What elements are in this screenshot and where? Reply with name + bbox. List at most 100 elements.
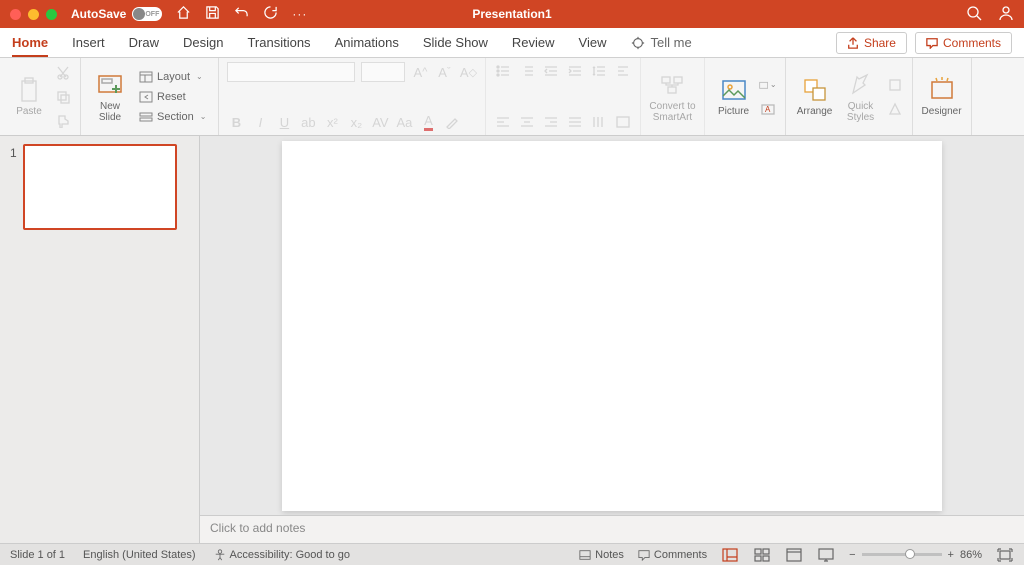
align-left-icon[interactable]: [494, 113, 512, 131]
arrange-button[interactable]: Arrange: [794, 76, 836, 117]
ribbon-tabs: Home Insert Draw Design Transitions Anim…: [0, 28, 1024, 58]
slide-indicator[interactable]: Slide 1 of 1: [10, 549, 65, 561]
undo-icon[interactable]: [234, 5, 249, 23]
tab-transitions[interactable]: Transitions: [247, 29, 310, 56]
section-button[interactable]: Section⌄: [135, 108, 210, 126]
strike-icon[interactable]: ab: [299, 113, 317, 131]
paste-button[interactable]: Paste: [8, 76, 50, 117]
zoom-slider[interactable]: [862, 553, 942, 556]
svg-text:A: A: [765, 105, 771, 114]
copy-icon[interactable]: [54, 88, 72, 106]
tab-draw[interactable]: Draw: [129, 29, 159, 56]
share-button[interactable]: Share: [836, 32, 907, 54]
tab-animations[interactable]: Animations: [335, 29, 399, 56]
tab-insert[interactable]: Insert: [72, 29, 105, 56]
bold-icon[interactable]: B: [227, 113, 245, 131]
cut-icon[interactable]: [54, 64, 72, 82]
numbering-icon[interactable]: [518, 62, 536, 80]
tab-home[interactable]: Home: [12, 29, 48, 56]
sorter-view-icon[interactable]: [753, 548, 771, 562]
shrink-font-icon[interactable]: Aˇ: [435, 63, 453, 81]
notes-pane[interactable]: Click to add notes: [200, 515, 1024, 543]
italic-icon[interactable]: I: [251, 113, 269, 131]
more-icon[interactable]: ···: [292, 7, 307, 21]
fit-view-icon[interactable]: [996, 548, 1014, 562]
autosave-label: AutoSave: [71, 7, 126, 21]
line-spacing-icon[interactable]: [590, 62, 608, 80]
tab-design[interactable]: Design: [183, 29, 223, 56]
accessibility-indicator[interactable]: Accessibility: Good to go: [214, 549, 350, 561]
layout-button[interactable]: Layout⌄: [135, 68, 210, 86]
justify-icon[interactable]: [566, 113, 584, 131]
toggle-icon: OFF: [132, 7, 162, 21]
titlebar: AutoSave OFF ··· Presentation1: [0, 0, 1024, 28]
font-name-input[interactable]: [227, 62, 355, 82]
text-direction-icon[interactable]: [614, 62, 632, 80]
tab-slideshow[interactable]: Slide Show: [423, 29, 488, 56]
outdent-icon[interactable]: [542, 62, 560, 80]
zoom-out-button[interactable]: −: [849, 549, 855, 561]
comments-button[interactable]: Comments: [915, 32, 1012, 54]
bullets-icon[interactable]: [494, 62, 512, 80]
grow-font-icon[interactable]: A^: [411, 63, 429, 81]
clipboard-group: Paste: [0, 58, 81, 135]
picture-format-icon[interactable]: ⌄: [759, 76, 777, 94]
tell-me[interactable]: Tell me: [631, 35, 692, 50]
account-icon[interactable]: [998, 5, 1014, 24]
char-spacing-icon[interactable]: AV: [371, 113, 389, 131]
reading-view-icon[interactable]: [785, 548, 803, 562]
ribbon: Paste New Slide Layout⌄ Reset Section⌄ A…: [0, 58, 1024, 136]
close-icon[interactable]: [10, 9, 21, 20]
zoom-in-button[interactable]: +: [948, 549, 954, 561]
comments-toggle[interactable]: Comments: [638, 549, 707, 561]
zoom-control: − + 86%: [849, 549, 982, 561]
format-painter-icon[interactable]: [54, 112, 72, 130]
columns-icon[interactable]: [590, 113, 608, 131]
align-center-icon[interactable]: [518, 113, 536, 131]
statusbar: Slide 1 of 1 English (United States) Acc…: [0, 543, 1024, 565]
redo-icon[interactable]: [263, 5, 278, 23]
notes-toggle[interactable]: Notes: [579, 549, 624, 561]
underline-icon[interactable]: U: [275, 113, 293, 131]
subscript-icon[interactable]: x₂: [347, 113, 365, 131]
maximize-icon[interactable]: [46, 9, 57, 20]
designer-button[interactable]: Designer: [921, 76, 963, 117]
align-text-icon[interactable]: [614, 113, 632, 131]
new-slide-button[interactable]: New Slide: [89, 71, 131, 123]
minimize-icon[interactable]: [28, 9, 39, 20]
window-controls: [10, 9, 57, 20]
workspace: 1 Click to add notes: [0, 136, 1024, 543]
search-icon[interactable]: [966, 5, 982, 24]
align-right-icon[interactable]: [542, 113, 560, 131]
home-icon[interactable]: [176, 5, 191, 23]
slideshow-view-icon[interactable]: [817, 548, 835, 562]
arrange-group: Arrange Quick Styles: [786, 58, 913, 135]
paragraph-group: [486, 58, 641, 135]
reset-button[interactable]: Reset: [135, 88, 210, 106]
clear-format-icon[interactable]: A◇: [459, 63, 477, 81]
slide-viewport: [200, 136, 1024, 515]
picture-button[interactable]: Picture: [713, 76, 755, 117]
font-size-input[interactable]: [361, 62, 405, 82]
font-color-icon[interactable]: A: [419, 113, 437, 131]
textbox-icon[interactable]: A: [759, 100, 777, 118]
indent-icon[interactable]: [566, 62, 584, 80]
highlight-icon[interactable]: [443, 113, 461, 131]
autosave-toggle[interactable]: AutoSave OFF: [71, 7, 162, 21]
save-icon[interactable]: [205, 5, 220, 23]
slide[interactable]: [282, 141, 942, 511]
slide-thumbnail[interactable]: [23, 144, 177, 230]
quick-access-toolbar: ···: [176, 5, 307, 23]
tab-view[interactable]: View: [579, 29, 607, 56]
change-case-icon[interactable]: Aa: [395, 113, 413, 131]
convert-smartart-button[interactable]: Convert to SmartArt: [649, 71, 695, 123]
superscript-icon[interactable]: x²: [323, 113, 341, 131]
shape-fill-icon[interactable]: [886, 76, 904, 94]
normal-view-icon[interactable]: [721, 548, 739, 562]
language-indicator[interactable]: English (United States): [83, 549, 196, 561]
quick-styles-button[interactable]: Quick Styles: [840, 71, 882, 123]
tab-review[interactable]: Review: [512, 29, 555, 56]
shape-outline-icon[interactable]: [886, 100, 904, 118]
canvas-area: Click to add notes: [200, 136, 1024, 543]
zoom-level[interactable]: 86%: [960, 549, 982, 561]
